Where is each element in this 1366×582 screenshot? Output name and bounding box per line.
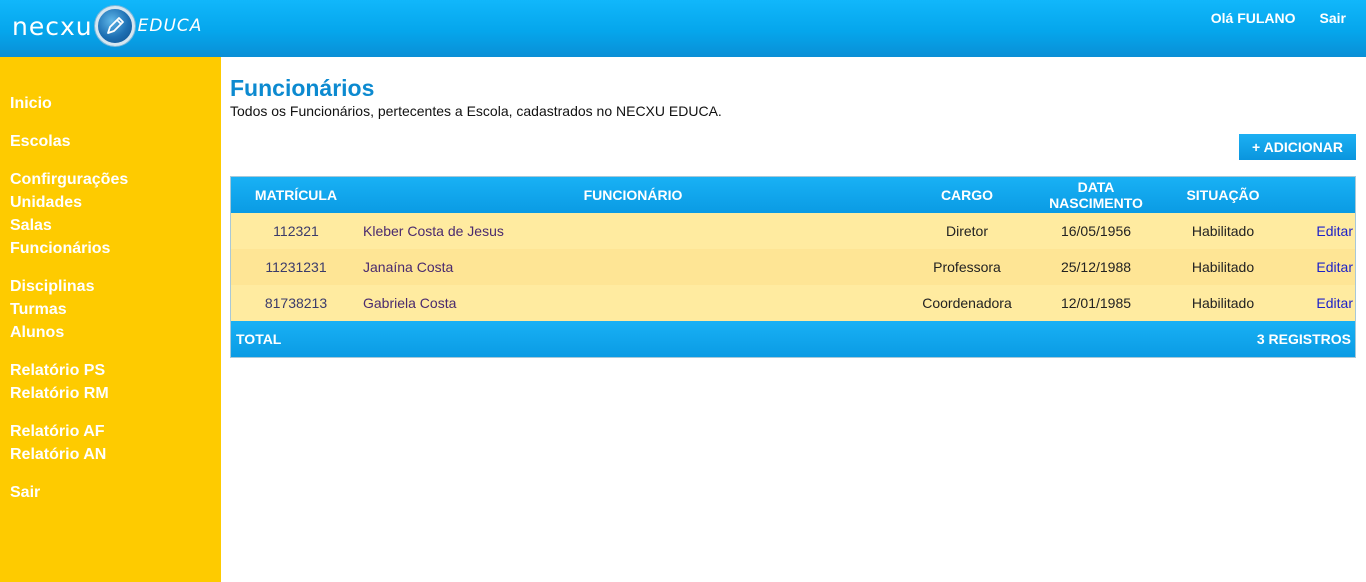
footer-total-label: TOTAL — [236, 331, 282, 347]
cell-cargo: Diretor — [945, 223, 988, 239]
app-logo[interactable]: necxu EDUCA — [12, 6, 202, 46]
table-row: 81738213 Gabriela Costa Coordenadora 12/… — [231, 285, 1355, 321]
cell-situacao: Habilitado — [1191, 295, 1255, 311]
column-header-data-nascimento[interactable]: DATA NASCIMENTO — [1041, 177, 1151, 213]
sidebar-item-inicio[interactable]: Inicio — [10, 92, 52, 115]
cell-data-nascimento: 25/12/1988 — [1060, 259, 1132, 275]
user-greeting: Olá FULANO — [1210, 10, 1296, 26]
sidebar-item-relatorio-af[interactable]: Relatório AF — [10, 420, 106, 443]
table-row: 11231231 Janaína Costa Professora 25/12/… — [231, 249, 1355, 285]
sidebar-item-escolas[interactable]: Escolas — [10, 130, 70, 153]
nav-group-academic: Disciplinas Turmas Alunos — [10, 275, 94, 344]
pencil-icon — [94, 6, 135, 46]
nav-group-exit: Sair — [10, 481, 40, 504]
cell-cargo: Professora — [933, 259, 1001, 275]
employees-table: MATRÍCULA FUNCIONÁRIO CARGO DATA NASCIME… — [230, 176, 1356, 358]
sidebar-item-salas[interactable]: Salas — [10, 214, 128, 237]
cell-funcionario: Gabriela Costa — [363, 295, 457, 311]
column-header-situacao[interactable]: SITUAÇÃO — [1163, 177, 1283, 213]
nav-group-config: Confirgurações Unidades Salas Funcionári… — [10, 168, 128, 260]
cell-situacao: Habilitado — [1191, 259, 1255, 275]
logout-link[interactable]: Sair — [1320, 10, 1346, 26]
page-subtitle: Todos os Funcionários, pertecentes a Esc… — [230, 103, 722, 119]
cell-matricula: 81738213 — [264, 295, 328, 311]
cell-data-nascimento: 16/05/1956 — [1060, 223, 1132, 239]
sidebar-item-configuracoes[interactable]: Confirgurações — [10, 168, 128, 191]
nav-group-schools: Escolas — [10, 130, 70, 153]
cell-matricula: 11231231 — [265, 259, 327, 275]
sidebar-item-unidades[interactable]: Unidades — [10, 191, 128, 214]
sidebar-item-relatorio-ps[interactable]: Relatório PS — [10, 359, 109, 382]
edit-link[interactable]: Editar — [1291, 285, 1353, 321]
edit-link[interactable]: Editar — [1291, 249, 1353, 285]
nav-group-home: Inicio — [10, 92, 52, 115]
sidebar: Inicio Escolas Confirgurações Unidades S… — [0, 57, 221, 582]
cell-situacao: Habilitado — [1191, 223, 1255, 239]
column-header-cargo[interactable]: CARGO — [907, 177, 1027, 213]
sidebar-item-disciplinas[interactable]: Disciplinas — [10, 275, 94, 298]
top-header: necxu EDUCA Olá FULANO Sair — [0, 0, 1366, 57]
page-title: Funcionários — [230, 75, 375, 101]
cell-cargo: Coordenadora — [922, 295, 1012, 311]
sidebar-item-relatorio-an[interactable]: Relatório AN — [10, 443, 106, 466]
edit-link[interactable]: Editar — [1291, 213, 1353, 249]
add-button[interactable]: + ADICIONAR — [1239, 134, 1356, 160]
cell-funcionario: Kleber Costa de Jesus — [363, 223, 504, 239]
footer-record-count: 3 REGISTROS — [1256, 331, 1351, 347]
user-area: Olá FULANO Sair — [1211, 10, 1346, 26]
sidebar-item-alunos[interactable]: Alunos — [10, 321, 94, 344]
column-header-matricula[interactable]: MATRÍCULA — [231, 177, 361, 213]
cell-funcionario: Janaína Costa — [363, 259, 454, 275]
sidebar-item-turmas[interactable]: Turmas — [10, 298, 94, 321]
nav-group-reports-1: Relatório PS Relatório RM — [10, 359, 109, 405]
column-header-funcionario[interactable]: FUNCIONÁRIO — [363, 177, 903, 213]
logo-subtitle: EDUCA — [137, 16, 203, 36]
sidebar-item-funcionarios[interactable]: Funcionários — [10, 237, 128, 260]
sidebar-item-sair[interactable]: Sair — [10, 481, 40, 504]
logo-text: necxu — [12, 11, 93, 41]
table-header: MATRÍCULA FUNCIONÁRIO CARGO DATA NASCIME… — [231, 177, 1355, 213]
table-row: 112321 Kleber Costa de Jesus Diretor 16/… — [231, 213, 1355, 249]
cell-matricula: 112321 — [273, 223, 319, 239]
cell-data-nascimento: 12/01/1985 — [1060, 295, 1132, 311]
sidebar-item-relatorio-rm[interactable]: Relatório RM — [10, 382, 109, 405]
nav-group-reports-2: Relatório AF Relatório AN — [10, 420, 106, 466]
table-footer: TOTAL 3 REGISTROS — [231, 321, 1355, 357]
